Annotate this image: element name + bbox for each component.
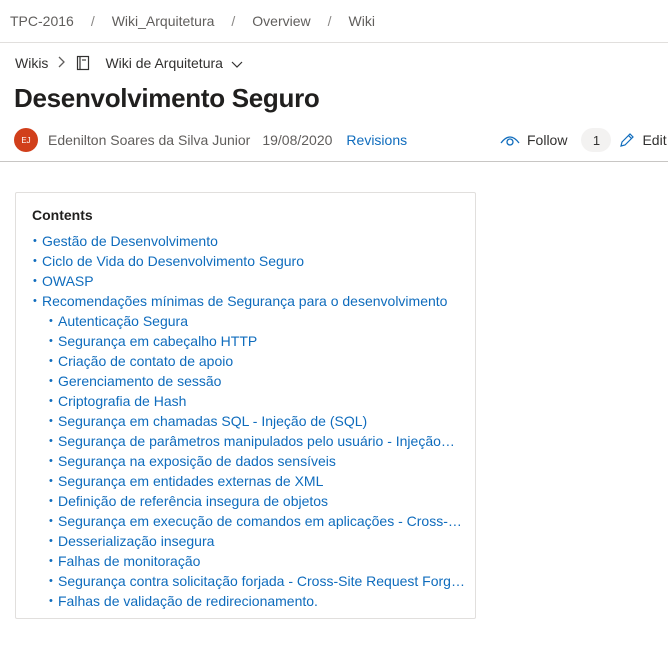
avatar: EJ xyxy=(14,128,38,152)
toc-subitem[interactable]: Criptografia de Hash xyxy=(49,391,465,411)
page-title: Desenvolvimento Seguro xyxy=(14,83,320,113)
toc-item[interactable]: Ciclo de Vida do Desenvolvimento Seguro xyxy=(33,251,465,271)
toc-heading: Contents xyxy=(32,207,93,223)
toc-subitem[interactable]: Segurança em chamadas SQL - Injeção de (… xyxy=(49,411,465,431)
breadcrumb-separator: / xyxy=(231,13,236,29)
pencil-icon[interactable] xyxy=(619,132,635,148)
breadcrumb-overview[interactable]: Overview xyxy=(252,13,310,29)
breadcrumb-wiki[interactable]: Wiki xyxy=(349,13,375,29)
wiki-navigation: Wikis Wiki de Arquitetura xyxy=(15,52,243,74)
follower-count-badge: 1 xyxy=(581,128,612,152)
wikis-link[interactable]: Wikis xyxy=(15,55,48,71)
toc-subitem[interactable]: Segurança de parâmetros manipulados pelo… xyxy=(49,431,465,451)
revisions-link[interactable]: Revisions xyxy=(346,132,407,148)
chevron-right-icon xyxy=(58,56,66,71)
toc-subitem[interactable]: Segurança em cabeçalho HTTP xyxy=(49,331,465,351)
toc-subitem[interactable]: Segurança em execução de comandos em apl… xyxy=(49,511,465,531)
toc-subitem[interactable]: Desserialização insegura xyxy=(49,531,465,551)
toc-subitem[interactable]: Criação de contato de apoio xyxy=(49,351,465,371)
toc-subitem[interactable]: Falhas de monitoração xyxy=(49,551,465,571)
chevron-down-icon[interactable] xyxy=(231,57,243,69)
author-name: Edenilton Soares da Silva Junior xyxy=(48,132,251,148)
toc-subitem[interactable]: Definição de referência insegura de obje… xyxy=(49,491,465,511)
toc-item[interactable]: Gestão de Desenvolvimento xyxy=(33,231,465,251)
toc-subitem[interactable]: Segurança em entidades externas de XML xyxy=(49,471,465,491)
toc-subitem[interactable]: Gerenciamento de sessão xyxy=(49,371,465,391)
breadcrumb-separator: / xyxy=(327,13,332,29)
toc-item[interactable]: Recomendações mínimas de Segurança para … xyxy=(33,291,465,311)
wiki-selector[interactable]: Wiki de Arquitetura xyxy=(105,55,223,71)
toc-item[interactable]: OWASP xyxy=(33,271,465,291)
eye-icon[interactable] xyxy=(500,133,520,147)
toc-subitem[interactable]: Segurança contra solicitação forjada - C… xyxy=(49,571,465,591)
toc-subitem[interactable]: Autenticação Segura xyxy=(49,311,465,331)
breadcrumb-separator: / xyxy=(90,13,95,29)
breadcrumb: TPC-2016 / Wiki_Arquitetura / Overview /… xyxy=(0,0,668,43)
page-actions: Follow 1 Edit p xyxy=(500,127,668,153)
toc-subitem[interactable]: Segurança na exposição de dados sensívei… xyxy=(49,451,465,471)
wiki-book-icon xyxy=(75,55,91,71)
breadcrumb-wiki-arquitetura[interactable]: Wiki_Arquitetura xyxy=(112,13,215,29)
toc-subitem[interactable]: Falhas de validação de redirecionamento. xyxy=(49,591,465,611)
breadcrumb-project[interactable]: TPC-2016 xyxy=(10,13,74,29)
toc-list: Gestão de Desenvolvimento Ciclo de Vida … xyxy=(33,231,465,611)
table-of-contents: Contents Gestão de Desenvolvimento Ciclo… xyxy=(15,192,476,619)
page-meta: EJ Edenilton Soares da Silva Junior 19/0… xyxy=(14,127,668,153)
edit-page-button[interactable]: Edit p xyxy=(642,132,668,148)
last-modified-date: 19/08/2020 xyxy=(262,132,333,148)
follow-button[interactable]: Follow xyxy=(527,132,567,148)
header-divider xyxy=(0,161,668,162)
